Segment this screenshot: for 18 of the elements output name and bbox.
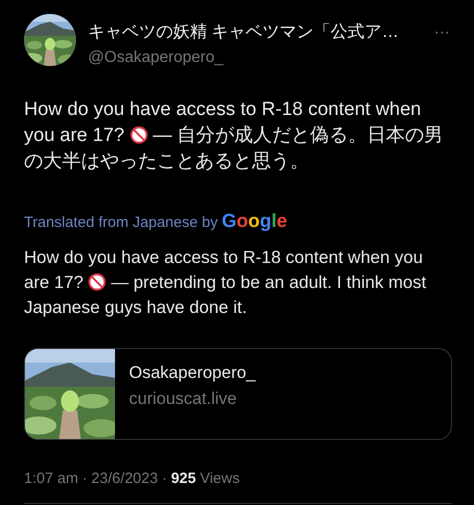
card-title: Osakaperopero_ [129, 363, 256, 383]
no-under-age-icon [130, 126, 148, 144]
more-button[interactable]: ··· [432, 20, 452, 46]
translation-brand: Google [222, 211, 288, 233]
translation-label: Translated from Japanese by [24, 214, 218, 231]
link-card[interactable]: Osakaperopero_ curiouscat.live [24, 348, 452, 440]
no-under-age-icon [88, 273, 106, 291]
separator-dot: · [162, 470, 167, 487]
post-date: 23/6/2023 [91, 470, 158, 487]
views-label: Views [200, 470, 240, 487]
post-time[interactable]: 1:07 am [24, 470, 78, 487]
separator-dot: · [82, 470, 88, 487]
tweet-text: How do you have access to R-18 content when you are 17? — 自分が成人だと偽る。日本の男の大半はやったことあると思う。 [24, 98, 444, 174]
card-domain: curiouscat.live [129, 389, 238, 409]
author-handle[interactable]: @Osakaperopero_ [88, 49, 420, 67]
author-name[interactable]: キャベツの妖精 キャベツマン「公式ア… [88, 20, 420, 43]
translated-text: How do you have access to R-18 content when you are 17? — pretending to be an adult. I think most Japanese guys have done it. [24, 246, 428, 319]
views-count: 925 [170, 470, 196, 487]
